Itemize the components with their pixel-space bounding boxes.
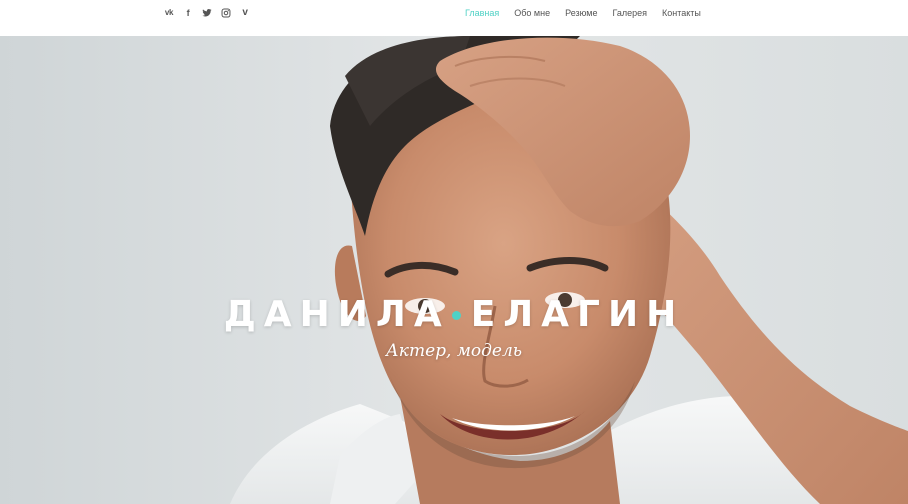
- main-nav: Главная Обо мне Резюме Галерея Контакты: [465, 7, 701, 19]
- social-links: vk f v: [162, 6, 252, 20]
- top-bar: vk f v Главная Обо мне Резюме Галерея Ко…: [0, 0, 908, 36]
- instagram-icon: [221, 8, 231, 18]
- vk-icon: vk: [164, 8, 174, 17]
- nav-item-gallery[interactable]: Галерея: [612, 7, 647, 19]
- nav-item-about[interactable]: Обо мне: [514, 7, 550, 19]
- hero-section: ДАНИЛА ЕЛАГИН Актер, модель: [0, 36, 908, 504]
- nav-item-home[interactable]: Главная: [465, 7, 499, 19]
- vk-link[interactable]: vk: [162, 6, 176, 20]
- instagram-link[interactable]: [219, 6, 233, 20]
- hero-text: ДАНИЛА ЕЛАГИН Актер, модель: [0, 292, 908, 362]
- hero-photo: [0, 36, 908, 504]
- hero-subtitle: Актер, модель: [385, 341, 523, 361]
- accent-dot-icon: [451, 310, 461, 320]
- hero-name-last: ЕЛАГИН: [470, 294, 685, 335]
- twitter-icon: [202, 9, 212, 17]
- nav-item-contacts[interactable]: Контакты: [662, 7, 701, 19]
- vimeo-icon: v: [242, 7, 248, 18]
- hero-name: ДАНИЛА ЕЛАГИН: [224, 292, 685, 338]
- facebook-icon: f: [186, 7, 190, 18]
- hero-name-first: ДАНИЛА: [223, 294, 450, 335]
- vimeo-link[interactable]: v: [238, 6, 252, 20]
- facebook-link[interactable]: f: [181, 6, 195, 20]
- page: vk f v Главная Обо мне Резюме Галерея Ко…: [0, 0, 908, 504]
- nav-item-resume[interactable]: Резюме: [565, 7, 597, 19]
- twitter-link[interactable]: [200, 6, 214, 20]
